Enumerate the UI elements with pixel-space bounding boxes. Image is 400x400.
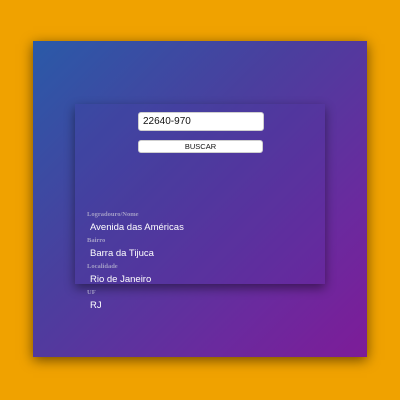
logradouro-value: Avenida das Américas bbox=[90, 222, 184, 233]
bairro-label: Bairro bbox=[87, 237, 106, 244]
localidade-label: Localidade bbox=[87, 263, 118, 270]
bairro-value: Barra da Tijuca bbox=[90, 248, 154, 259]
localidade-value: Rio de Janeiro bbox=[90, 274, 152, 285]
cep-search-card: BUSCAR Logradouro/Nome Avenida das Améri… bbox=[75, 104, 325, 311]
search-button[interactable]: BUSCAR bbox=[138, 140, 263, 153]
logradouro-label: Logradouro/Nome bbox=[87, 211, 139, 218]
uf-label: UF bbox=[87, 289, 96, 296]
app-panel: BUSCAR Logradouro/Nome Avenida das Améri… bbox=[33, 41, 367, 357]
cep-input[interactable] bbox=[138, 112, 264, 131]
uf-value: RJ bbox=[90, 300, 102, 311]
